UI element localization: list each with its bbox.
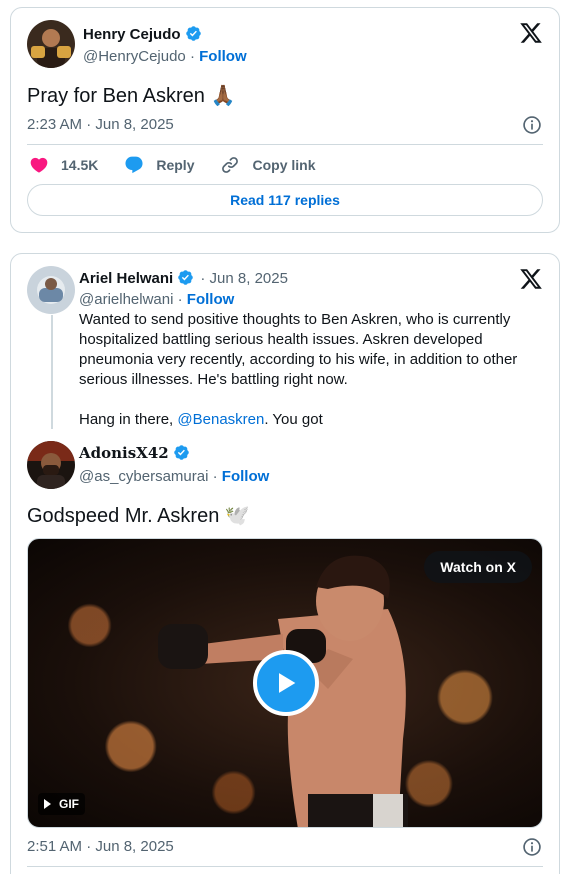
gif-play-icon bbox=[44, 799, 51, 809]
read-replies-button[interactable]: Read 117 replies bbox=[27, 184, 543, 216]
avatar-image bbox=[27, 266, 75, 314]
quoted-handle[interactable]: @arielhelwani bbox=[79, 291, 173, 308]
separator-dot: · bbox=[212, 468, 218, 485]
author-name[interactable]: Henry Cejudo bbox=[83, 25, 202, 43]
mention-link[interactable]: @Benaskren bbox=[177, 411, 264, 428]
quoted-author-line: Ariel Helwani · Jun 8, 2025 bbox=[79, 269, 288, 287]
copy-link-button[interactable]: Copy link bbox=[220, 155, 316, 175]
quoted-author-name[interactable]: Ariel Helwani bbox=[79, 270, 173, 287]
tweet-text-content: Godspeed Mr. Askren bbox=[27, 505, 220, 527]
action-bar: 14.5K Reply Copy link bbox=[29, 153, 342, 177]
tweet-text: Godspeed Mr. Askren 🕊️ bbox=[27, 503, 250, 528]
tweet-card-henry-cejudo: Henry Cejudo @HenryCejudo · Follow Pray … bbox=[10, 7, 560, 233]
dove-emoji: 🕊️ bbox=[224, 505, 250, 527]
author-handle-line: @HenryCejudo · Follow bbox=[83, 48, 247, 65]
tweet-timestamp[interactable]: 2:23 AM · Jun 8, 2025 bbox=[27, 116, 174, 133]
quoted-handle-line: @arielhelwani · Follow bbox=[79, 291, 234, 308]
quoted-text-paragraph-2: Hang in there, @Benaskren. You got bbox=[79, 410, 539, 430]
heart-icon bbox=[30, 157, 48, 173]
avatar-image bbox=[27, 20, 75, 68]
like-button[interactable]: 14.5K bbox=[29, 155, 98, 175]
gif-label: GIF bbox=[59, 797, 79, 811]
follow-button[interactable]: Follow bbox=[222, 468, 270, 485]
x-logo-icon[interactable] bbox=[519, 267, 543, 291]
quoted-text-prefix: Hang in there, bbox=[79, 411, 178, 428]
info-icon[interactable] bbox=[522, 837, 542, 857]
divider bbox=[27, 144, 543, 145]
tweet-text: Pray for Ben Askren 🙏🏾 bbox=[27, 83, 235, 108]
gif-badge: GIF bbox=[38, 793, 85, 815]
avatar-henry-cejudo[interactable] bbox=[27, 20, 75, 68]
tweet-card-adonisx42: Ariel Helwani · Jun 8, 2025 @arielhelwan… bbox=[10, 253, 560, 874]
copy-link-label: Copy link bbox=[252, 157, 316, 173]
quoted-text-paragraph: Wanted to send positive thoughts to Ben … bbox=[79, 311, 518, 388]
reply-label: Reply bbox=[156, 157, 195, 173]
verified-badge-icon bbox=[178, 270, 193, 285]
avatar-ariel-helwani[interactable] bbox=[27, 266, 75, 314]
thread-connector-line bbox=[51, 315, 53, 429]
play-button[interactable] bbox=[253, 650, 319, 716]
author-name[interactable]: 𝐀𝐝𝐨𝐧𝐢𝐬𝐗𝟒𝟐 bbox=[79, 444, 190, 462]
author-handle[interactable]: @HenryCejudo bbox=[83, 48, 186, 65]
avatar-adonisx42[interactable] bbox=[27, 441, 75, 489]
separator-dot: · bbox=[177, 291, 183, 308]
separator-dot: · bbox=[189, 48, 195, 65]
verified-badge-icon bbox=[173, 445, 189, 460]
author-handle[interactable]: @as_cybersamurai bbox=[79, 468, 208, 485]
x-logo-icon[interactable] bbox=[519, 21, 543, 45]
praying-hands-emoji: 🙏🏾 bbox=[210, 85, 236, 107]
quoted-text-spacer bbox=[79, 390, 539, 410]
author-handle-line: @as_cybersamurai · Follow bbox=[79, 468, 269, 485]
author-name-text: Henry Cejudo bbox=[83, 26, 181, 43]
link-icon bbox=[222, 157, 239, 173]
like-count: 14.5K bbox=[61, 157, 99, 173]
avatar-image bbox=[27, 441, 75, 489]
tweet-timestamp[interactable]: 2:51 AM · Jun 8, 2025 bbox=[27, 838, 174, 855]
reply-bubble-icon bbox=[125, 156, 143, 174]
info-icon[interactable] bbox=[522, 115, 542, 135]
tweet-text-content: Pray for Ben Askren bbox=[27, 85, 205, 107]
quoted-date[interactable]: · Jun 8, 2025 bbox=[200, 270, 288, 287]
watch-on-x-button[interactable]: Watch on X bbox=[424, 551, 532, 583]
follow-button-quoted[interactable]: Follow bbox=[187, 291, 235, 308]
divider bbox=[27, 866, 543, 867]
quoted-tweet-text: Wanted to send positive thoughts to Ben … bbox=[79, 310, 539, 430]
verified-badge-icon bbox=[185, 26, 201, 41]
reply-button[interactable]: Reply bbox=[124, 155, 194, 175]
author-name-text: 𝐀𝐝𝐨𝐧𝐢𝐬𝐗𝟒𝟐 bbox=[79, 444, 169, 462]
quoted-text-suffix: . You got bbox=[264, 411, 323, 428]
play-icon bbox=[279, 673, 296, 693]
gif-media[interactable]: Watch on X GIF bbox=[27, 538, 543, 828]
follow-button[interactable]: Follow bbox=[199, 48, 247, 65]
